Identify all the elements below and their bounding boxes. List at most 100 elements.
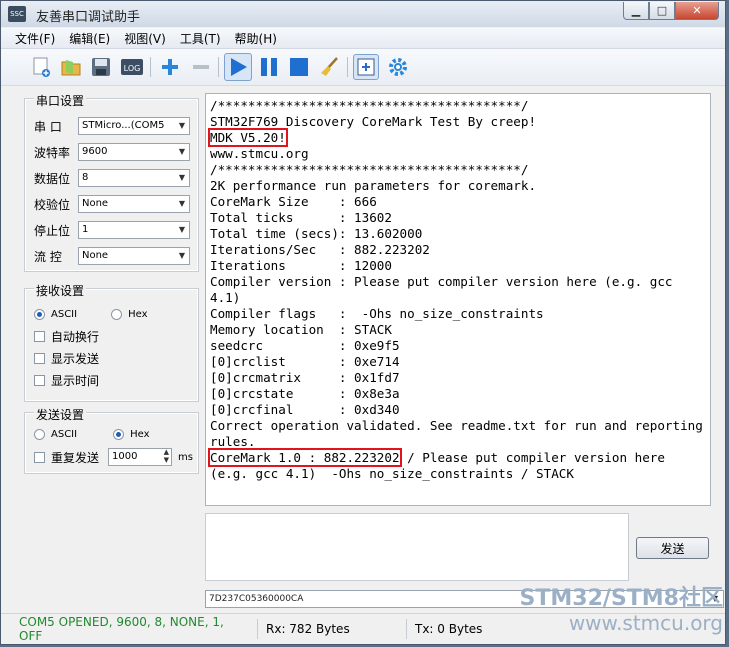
toolbar-separator	[218, 57, 219, 77]
output-line: www.stmcu.org	[210, 146, 309, 161]
output-line: /***************************************…	[210, 162, 529, 177]
repeat-send-label: 重复发送	[51, 450, 100, 465]
checkbox-icon	[34, 451, 45, 463]
chevron-down-icon: ▼	[178, 225, 185, 234]
save-button[interactable]	[88, 54, 114, 80]
receive-settings-panel: 接收设置 ASCII Hex 自动换行 显示发送 显示时间	[25, 282, 198, 401]
settings-button[interactable]	[385, 54, 411, 80]
send-hex-label: Hex	[130, 428, 150, 440]
checkbox-icon	[34, 374, 45, 386]
save-icon	[92, 58, 110, 76]
interval-stepper[interactable]: 1000 ▲ ▼	[108, 448, 172, 466]
output-line: [0]crcfinal : 0xd340	[210, 402, 400, 417]
show-send-checkbox[interactable]: 显示发送	[34, 350, 99, 367]
chevron-down-icon: ▼	[178, 199, 185, 208]
receive-output[interactable]: /***************************************…	[205, 93, 711, 506]
remove-icon	[193, 65, 209, 69]
pause-button[interactable]	[256, 54, 282, 80]
play-icon	[231, 58, 247, 76]
menu-bar: 文件(F) 编辑(E) 视图(V) 工具(T) 帮助(H)	[1, 28, 725, 49]
parity-select[interactable]: None ▼	[78, 195, 190, 213]
add-window-button[interactable]	[353, 54, 379, 80]
svg-text:LOG: LOG	[124, 64, 141, 73]
output-line: [0]crcstate : 0x8e3a	[210, 386, 400, 401]
send-history-value: 7D237C05360000CA	[209, 594, 304, 604]
output-line: [0]crclist : 0xe714	[210, 354, 400, 369]
radio-unselected-icon	[34, 428, 45, 440]
output-line: Compiler version : Please put compiler v…	[210, 274, 681, 305]
stopbits-row: 停止位 1 ▼	[34, 220, 190, 240]
clear-button[interactable]	[317, 54, 343, 80]
log-icon: LOG	[121, 59, 143, 75]
settings-gear-icon	[389, 58, 407, 76]
chevron-down-icon: ▼	[178, 121, 185, 130]
output-line: /***************************************…	[210, 98, 529, 113]
baud-select[interactable]: 9600 ▼	[78, 143, 190, 161]
open-folder-icon	[61, 60, 81, 76]
send-hex-radio[interactable]: Hex	[113, 428, 150, 440]
auto-wrap-label: 自动换行	[51, 329, 100, 344]
toolbar: LOG	[1, 49, 725, 86]
new-button[interactable]	[29, 54, 55, 80]
auto-wrap-row: 自动换行	[34, 326, 99, 346]
log-button[interactable]: LOG	[119, 54, 145, 80]
receive-hex-label: Hex	[128, 308, 148, 320]
receive-hex-radio[interactable]: Hex	[111, 308, 148, 320]
stopbits-select[interactable]: 1 ▼	[78, 221, 190, 239]
stop-button[interactable]	[286, 54, 312, 80]
flow-select[interactable]: None ▼	[78, 247, 190, 265]
output-line: Total ticks : 13602	[210, 210, 392, 225]
baud-row: 波特率 9600 ▼	[34, 142, 190, 162]
maximize-button[interactable]: □	[649, 2, 675, 20]
checkbox-icon	[34, 330, 45, 342]
clear-broom-icon	[321, 57, 338, 76]
send-button[interactable]: 发送	[636, 537, 709, 559]
play-button[interactable]	[224, 53, 252, 81]
menu-help[interactable]: 帮助(H)	[235, 30, 277, 47]
send-textarea[interactable]	[205, 513, 629, 581]
parity-select-value: None	[82, 198, 109, 209]
close-icon: ✕	[692, 4, 702, 17]
databits-row: 数据位 8 ▼	[34, 168, 190, 188]
stopbits-select-value: 1	[82, 224, 89, 235]
menu-edit[interactable]: 编辑(E)	[69, 30, 110, 47]
port-select-value: STMicro...(COM5	[82, 120, 165, 131]
send-ascii-radio[interactable]: ASCII	[34, 428, 78, 440]
close-button[interactable]: ✕	[675, 2, 719, 20]
show-time-label: 显示时间	[51, 373, 100, 388]
output-line: Memory location : STACK	[210, 322, 392, 337]
interval-value: 1000	[112, 451, 138, 462]
repeat-send-checkbox[interactable]: 重复发送	[34, 449, 108, 466]
add-icon	[162, 59, 178, 75]
spinner-arrows-icon[interactable]: ▲ ▼	[164, 448, 169, 464]
receive-mode-row: ASCII Hex	[34, 304, 164, 324]
serial-settings-panel: 串口设置 串 口 STMicro...(COM5 ▼ 波特率 9600 ▼ 数据位 …	[25, 92, 198, 271]
receive-ascii-label: ASCII	[51, 308, 78, 320]
show-time-checkbox[interactable]: 显示时间	[34, 372, 99, 389]
radio-selected-icon	[34, 308, 45, 320]
title-bar: SSC 友善串口调试助手 ▁ □ ✕	[1, 1, 725, 27]
minimize-button[interactable]: ▁	[623, 2, 649, 20]
add-button[interactable]	[157, 54, 183, 80]
chevron-down-icon: ▼	[178, 173, 185, 182]
menu-tools[interactable]: 工具(T)	[180, 30, 221, 47]
auto-wrap-checkbox[interactable]: 自动换行	[34, 328, 99, 345]
menu-view[interactable]: 视图(V)	[124, 30, 166, 47]
remove-button[interactable]	[188, 54, 214, 80]
pause-icon	[261, 58, 277, 76]
window-title: 友善串口调试助手	[36, 10, 141, 25]
port-label: 串 口	[34, 119, 62, 134]
databits-select[interactable]: 8 ▼	[78, 169, 190, 187]
stop-icon	[290, 58, 308, 76]
new-doc-icon	[33, 57, 50, 77]
receive-ascii-radio[interactable]: ASCII	[34, 308, 78, 320]
send-ascii-label: ASCII	[51, 428, 78, 440]
menu-file[interactable]: 文件(F)	[15, 30, 55, 47]
port-select[interactable]: STMicro...(COM5 ▼	[78, 117, 190, 135]
open-button[interactable]	[58, 54, 84, 80]
maximize-icon: □	[656, 4, 668, 17]
baud-select-value: 9600	[82, 146, 108, 157]
output-line: CoreMark Size : 666	[210, 194, 377, 209]
send-history-select[interactable]: 7D237C05360000CA ▼	[205, 590, 724, 608]
databits-label: 数据位	[34, 171, 71, 186]
